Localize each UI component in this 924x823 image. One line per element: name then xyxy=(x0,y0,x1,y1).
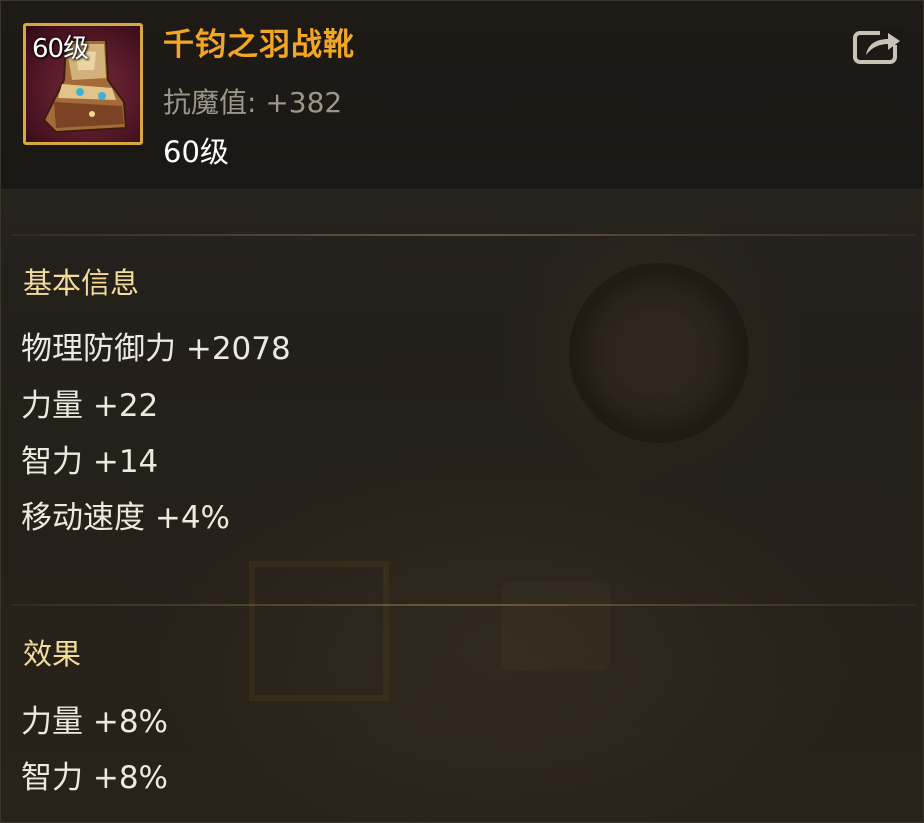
share-icon[interactable] xyxy=(852,25,904,65)
stat-physical-defense: 物理防御力 +2078 xyxy=(21,331,291,367)
icon-level-label: 60级 xyxy=(32,34,89,64)
item-header: 60级 千钧之羽战靴 抗魔值: +382 60级 xyxy=(1,1,923,190)
basic-info-title: 基本信息 xyxy=(23,266,140,300)
item-icon-frame[interactable]: 60级 xyxy=(23,23,143,145)
stat-strength: 力量 +22 xyxy=(21,388,159,424)
effects-title: 效果 xyxy=(23,637,82,671)
section-divider xyxy=(11,234,915,236)
effect-strength: 力量 +8% xyxy=(21,704,169,740)
magic-resist-value: 抗魔值: +382 xyxy=(163,86,343,119)
item-name: 千钧之羽战靴 xyxy=(163,27,355,63)
background-slot-frame xyxy=(501,581,611,671)
stat-move-speed: 移动速度 +4% xyxy=(21,500,231,536)
effect-intelligence: 智力 +8% xyxy=(21,760,169,796)
background-slot-frame xyxy=(249,561,389,701)
section-divider xyxy=(11,604,915,606)
background-emblem xyxy=(569,263,749,443)
item-level: 60级 xyxy=(163,135,229,169)
item-tooltip-panel: 60级 千钧之羽战靴 抗魔值: +382 60级 基本信息 物理防御力 +207… xyxy=(0,0,924,823)
stat-intelligence: 智力 +14 xyxy=(21,444,159,480)
